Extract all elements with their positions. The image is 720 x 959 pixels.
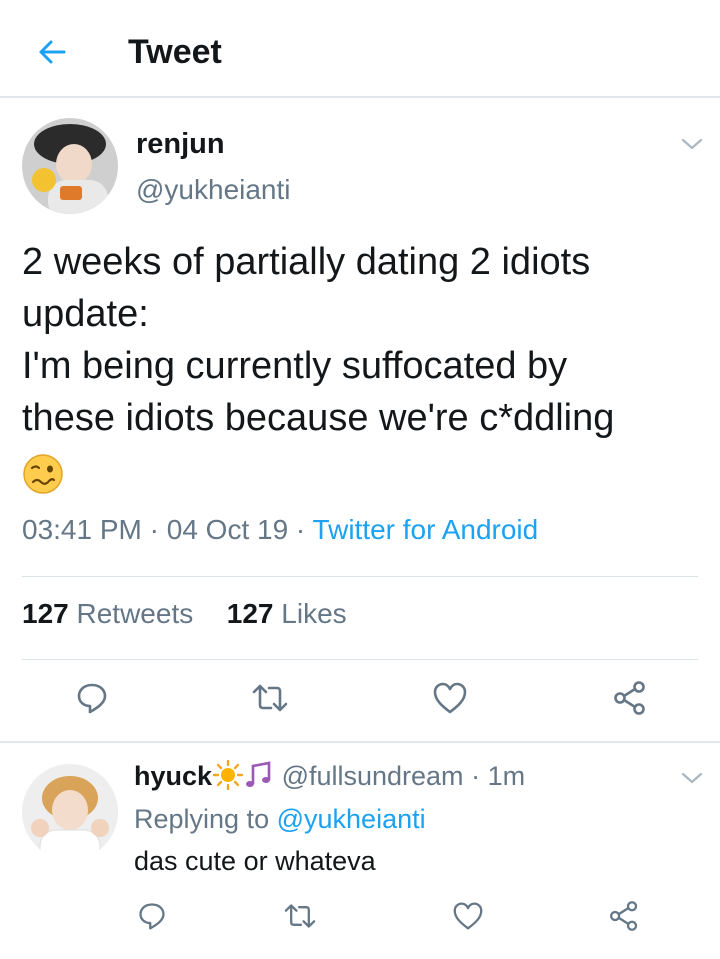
tweet-text-line: update:	[22, 293, 149, 335]
page-title: Tweet	[128, 33, 222, 71]
likes-count: 127	[226, 598, 274, 629]
replying-to-label: Replying to	[134, 804, 270, 834]
reply-share-button[interactable]	[602, 894, 646, 938]
reply-author-avatar[interactable]	[22, 764, 118, 860]
heart-icon	[433, 682, 467, 714]
reply-reply-button[interactable]	[130, 894, 174, 938]
tweet-date: 04 Oct 19	[166, 514, 289, 545]
reply-header: hyuck @fullsundream · 1m	[134, 759, 526, 791]
tweet-text-line: I'm being currently suffocated by	[22, 345, 568, 387]
retweet-icon	[284, 904, 316, 928]
retweet-button[interactable]	[248, 676, 292, 720]
reply-like-button[interactable]	[446, 894, 490, 938]
retweet-icon	[252, 684, 288, 712]
reply-button[interactable]	[70, 676, 114, 720]
chevron-down-icon[interactable]	[680, 766, 704, 790]
share-icon	[609, 901, 638, 931]
tweet-text: 2 weeks of partially dating 2 idiots upd…	[22, 236, 702, 496]
reply-author-handle[interactable]: @fullsundream	[282, 761, 464, 791]
chevron-down-icon[interactable]	[680, 132, 704, 156]
reply-icon	[77, 683, 107, 714]
retweets-label: Retweets	[76, 598, 194, 629]
replying-to: Replying to @yukheianti	[134, 804, 426, 835]
back-arrow-icon	[39, 40, 66, 64]
author-avatar[interactable]	[22, 118, 118, 214]
retweets-count: 127	[22, 598, 69, 629]
divider	[22, 576, 698, 577]
share-button[interactable]	[608, 676, 652, 720]
retweets-stat[interactable]: 127 Retweets	[22, 598, 193, 629]
divider	[22, 659, 698, 660]
top-app-bar: Tweet	[0, 0, 720, 98]
section-divider	[0, 741, 720, 743]
reply-author-name[interactable]: hyuck	[134, 761, 212, 791]
tweet-time: 03:41 PM	[22, 514, 142, 545]
tweet-text-line: these idiots because we're c*ddling	[22, 397, 615, 439]
author-name[interactable]: renjun	[136, 126, 225, 162]
share-icon	[614, 681, 645, 715]
tweet-timestamp: 03:41 PM · 04 Oct 19 · Twitter for Andro…	[22, 514, 539, 545]
replying-to-handle[interactable]: @yukheianti	[277, 804, 426, 834]
author-handle[interactable]: @yukheianti	[136, 172, 291, 208]
back-button[interactable]	[30, 30, 74, 74]
tweet-source-link[interactable]: Twitter for Android	[313, 514, 539, 545]
like-button[interactable]	[428, 676, 472, 720]
reply-text: das cute or whateva	[134, 846, 376, 876]
reply-icon	[139, 903, 165, 930]
likes-label: Likes	[281, 598, 347, 629]
tweet-text-line: 2 weeks of partially dating 2 idiots	[22, 241, 591, 283]
reply-retweet-button[interactable]	[278, 894, 322, 938]
heart-icon	[453, 902, 483, 930]
woozy-face-emoji-icon	[23, 454, 63, 494]
sun-emoji-icon	[212, 759, 244, 791]
tweet-stats: 127 Retweets 127 Likes	[22, 598, 347, 630]
likes-stat[interactable]: 127 Likes	[227, 598, 347, 629]
reply-time: 1m	[487, 761, 526, 791]
musical-notes-emoji-icon	[246, 761, 271, 787]
